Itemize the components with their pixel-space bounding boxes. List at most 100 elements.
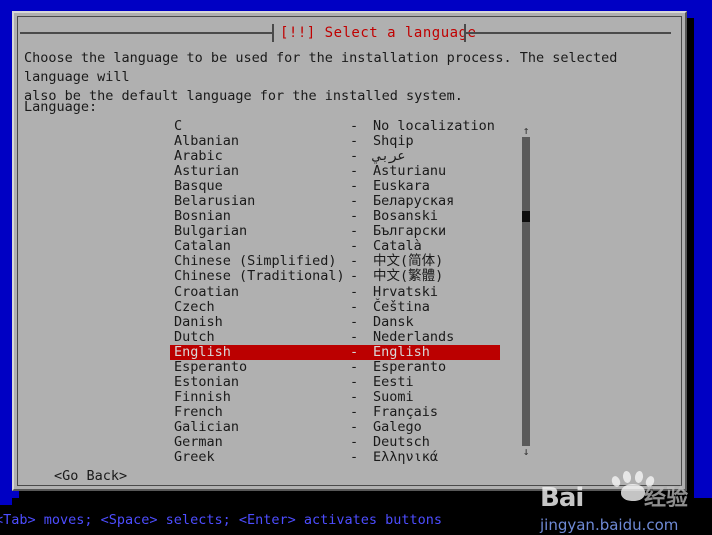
language-row[interactable]: Esperanto - Esperanto bbox=[170, 358, 500, 375]
language-list-scrollbar[interactable]: ↑ ↓ bbox=[520, 125, 532, 458]
language-native-name: Deutsch bbox=[373, 433, 430, 450]
language-row[interactable]: Bulgarian - Български bbox=[170, 224, 500, 239]
language-row[interactable]: Croatian - Hrvatski bbox=[170, 283, 500, 300]
scrollbar-thumb[interactable] bbox=[522, 211, 530, 222]
language-row[interactable]: English - English bbox=[170, 343, 500, 360]
language-separator: - bbox=[350, 133, 359, 150]
language-row[interactable]: Albanian - Shqip bbox=[170, 133, 500, 150]
language-native-name: Shqip bbox=[373, 133, 414, 150]
status-bar-hint: <Tab> moves; <Space> selects; <Enter> ac… bbox=[0, 512, 443, 528]
left-blue-strip bbox=[0, 0, 12, 505]
language-name: Czech bbox=[174, 298, 215, 315]
language-native-name: Asturianu bbox=[373, 163, 447, 180]
language-separator: - bbox=[350, 343, 359, 360]
language-native-name: Eesti bbox=[373, 373, 414, 390]
installer-screen: [!!] Select a language Choose the langua… bbox=[0, 0, 712, 535]
language-native-name: No localization bbox=[373, 118, 495, 134]
language-name: Greek bbox=[174, 449, 215, 466]
language-row[interactable]: Danish - Dansk bbox=[170, 313, 500, 330]
language-name: Bosnian bbox=[174, 208, 231, 225]
scrollbar-track[interactable] bbox=[522, 137, 530, 446]
language-row[interactable]: Belarusian - Беларуская bbox=[170, 194, 500, 209]
language-native-name: Suomi bbox=[373, 388, 414, 405]
select-language-dialog: [!!] Select a language Choose the langua… bbox=[12, 11, 687, 491]
title-tick-left bbox=[272, 24, 274, 42]
language-name: Danish bbox=[174, 313, 223, 330]
language-separator: - bbox=[350, 298, 359, 315]
language-name: Galician bbox=[174, 418, 240, 435]
language-separator: - bbox=[350, 253, 359, 270]
language-row[interactable]: Finnish - Suomi bbox=[170, 388, 500, 405]
dialog-title: [!!] Select a language bbox=[280, 25, 477, 41]
language-native-name: Nederlands bbox=[373, 328, 455, 345]
language-name: Esperanto bbox=[174, 358, 248, 375]
language-name: C bbox=[174, 118, 183, 134]
language-native-name: Hrvatski bbox=[373, 283, 439, 300]
language-separator: - bbox=[350, 178, 359, 195]
language-row[interactable]: French - Français bbox=[170, 403, 500, 420]
language-row[interactable]: Chinese (Traditional) - 中文(繁體) bbox=[170, 269, 500, 284]
language-native-name: Euskara bbox=[373, 178, 430, 195]
language-native-name: English bbox=[373, 343, 430, 360]
language-row[interactable]: C - No localization bbox=[170, 118, 500, 134]
language-row[interactable]: Asturian - Asturianu bbox=[170, 164, 500, 179]
language-separator: - bbox=[350, 328, 359, 345]
language-separator: - bbox=[350, 449, 359, 466]
language-row[interactable]: Galician - Galego bbox=[170, 418, 500, 435]
language-native-name: Bosanski bbox=[373, 208, 439, 225]
language-native-name: Беларуская bbox=[373, 193, 455, 210]
language-native-name: Български bbox=[373, 223, 447, 240]
language-row[interactable]: Basque - Euskara bbox=[170, 179, 500, 194]
language-label: Language: bbox=[24, 99, 98, 115]
language-native-name: Dansk bbox=[373, 313, 414, 330]
language-row[interactable]: German - Deutsch bbox=[170, 433, 500, 450]
language-row[interactable]: Dutch - Nederlands bbox=[170, 328, 500, 345]
language-separator: - bbox=[350, 433, 359, 450]
language-name: Chinese (Simplified) bbox=[174, 253, 337, 270]
language-row[interactable]: Bosnian - Bosanski bbox=[170, 209, 500, 224]
language-separator: - bbox=[350, 193, 359, 210]
language-name: Bulgarian bbox=[174, 223, 248, 240]
language-row[interactable]: Arabic - عربي bbox=[170, 149, 500, 164]
language-name: Estonian bbox=[174, 373, 240, 390]
title-rule-right bbox=[466, 32, 671, 34]
language-native-name: 中文(繁體) bbox=[373, 268, 444, 285]
language-separator: - bbox=[350, 118, 359, 134]
language-separator: - bbox=[350, 268, 359, 285]
scroll-up-arrow-icon[interactable]: ↑ bbox=[520, 125, 532, 137]
language-name: Catalan bbox=[174, 238, 231, 255]
language-row[interactable]: Czech - Čeština bbox=[170, 298, 500, 315]
language-native-name: عربي bbox=[373, 148, 406, 165]
language-name: Croatian bbox=[174, 283, 240, 300]
language-separator: - bbox=[350, 418, 359, 435]
language-native-name: 中文(简体) bbox=[373, 253, 444, 270]
go-back-button[interactable]: <Go Back> bbox=[54, 468, 127, 484]
language-row[interactable]: Chinese (Simplified) - 中文(简体) bbox=[170, 254, 500, 269]
language-native-name: Čeština bbox=[373, 298, 430, 315]
language-name: Chinese (Traditional) bbox=[174, 268, 345, 285]
language-row[interactable]: Greek - Ελληνικά bbox=[170, 449, 500, 466]
language-name: Belarusian bbox=[174, 193, 256, 210]
language-native-name: Ελληνικά bbox=[373, 449, 439, 466]
intro-text: Choose the language to be used for the i… bbox=[24, 50, 618, 104]
language-row[interactable]: Estonian - Eesti bbox=[170, 373, 500, 390]
language-name: Asturian bbox=[174, 163, 240, 180]
language-name: French bbox=[174, 403, 223, 420]
language-name: Dutch bbox=[174, 328, 215, 345]
language-separator: - bbox=[350, 223, 359, 240]
language-native-name: Français bbox=[373, 403, 439, 420]
language-name: Basque bbox=[174, 178, 223, 195]
language-separator: - bbox=[350, 163, 359, 180]
language-list[interactable]: C - No localization Albanian - Shqip Arabic - عر… bbox=[170, 118, 500, 465]
language-separator: - bbox=[350, 208, 359, 225]
title-rule-left bbox=[20, 32, 272, 34]
language-separator: - bbox=[350, 403, 359, 420]
language-native-name: Esperanto bbox=[373, 358, 447, 375]
language-separator: - bbox=[350, 388, 359, 405]
language-row[interactable]: Catalan - Català bbox=[170, 239, 500, 254]
language-name: Finnish bbox=[174, 388, 231, 405]
language-separator: - bbox=[350, 148, 359, 165]
language-separator: - bbox=[350, 373, 359, 390]
language-separator: - bbox=[350, 283, 359, 300]
scroll-down-arrow-icon[interactable]: ↓ bbox=[520, 446, 532, 458]
